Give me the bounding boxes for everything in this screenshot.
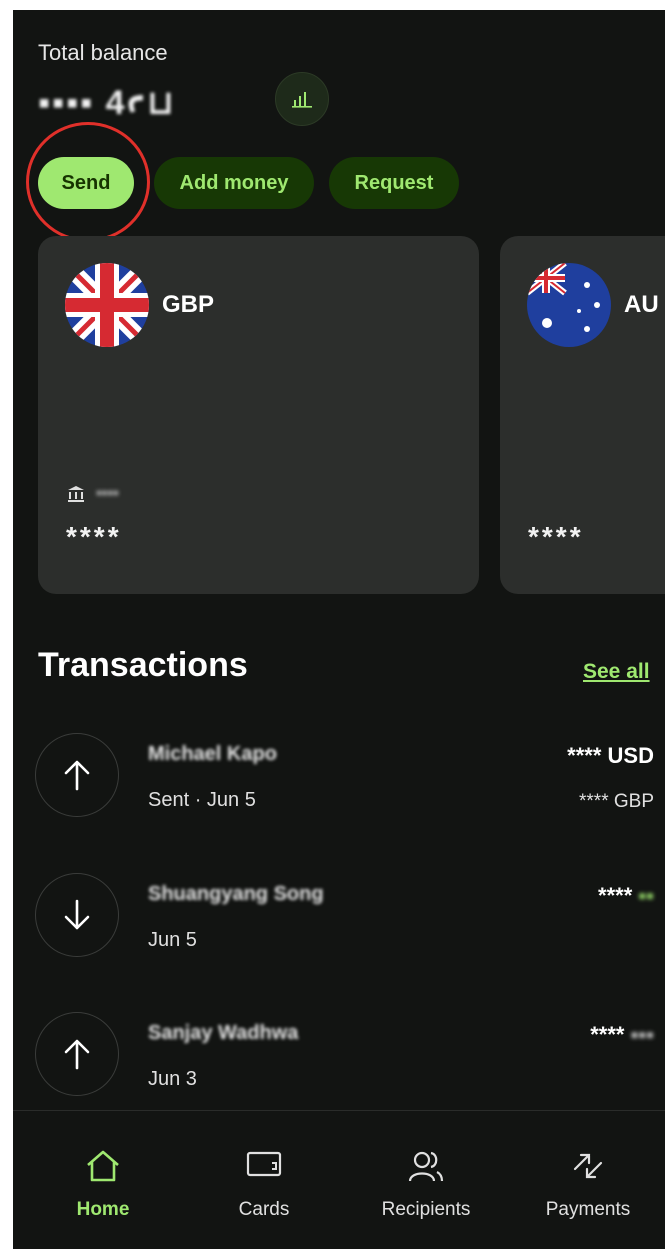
nav-label: Home (76, 1199, 130, 1220)
app-screen: Total balance ▪▪▪▪ 4ꜥ⊔ Send Add money Re… (13, 10, 665, 1249)
nav-label: Recipients (381, 1199, 471, 1220)
nav-payments[interactable]: Payments (523, 1111, 653, 1249)
amount-mask: **** (598, 883, 633, 908)
amount-currency: USD (607, 743, 654, 768)
masked-account-number: **** (66, 521, 122, 552)
transaction-row[interactable]: Michael Kapo Sent · Jun 5 **** USD **** … (13, 733, 665, 833)
card-icon (246, 1151, 282, 1177)
down-arrow-icon (35, 873, 119, 957)
payments-icon (573, 1153, 603, 1179)
transaction-subtitle: Jun 3 (148, 1068, 197, 1090)
home-icon (87, 1150, 119, 1182)
uk-flag-icon (65, 263, 149, 347)
currency-code: GBP (162, 291, 215, 318)
account-card-aud[interactable]: AU **** (500, 236, 665, 594)
total-balance-label: Total balance (38, 40, 168, 65)
nav-recipients[interactable]: Recipients (361, 1111, 491, 1249)
amount-currency: ▪▪▪ (630, 1022, 654, 1047)
balance-chart-button[interactable] (275, 72, 329, 126)
bar-chart-icon (292, 92, 312, 108)
transaction-subtitle: Jun 5 (148, 929, 197, 951)
nav-label: Cards (238, 1199, 290, 1220)
transaction-name: Shuangyang Song (148, 883, 324, 905)
transactions-title: Transactions (38, 646, 248, 684)
transaction-amount: **** ▪▪▪ (590, 1022, 654, 1048)
nav-home[interactable]: Home (38, 1111, 168, 1249)
bank-info: ▪▪▪▪ (66, 484, 119, 504)
bank-icon (68, 486, 84, 502)
transaction-amount: **** USD (567, 743, 654, 769)
transaction-row[interactable]: Shuangyang Song Jun 5 **** ▪▪ (13, 873, 665, 973)
currency-code: AU (624, 291, 659, 318)
nav-label: Payments (545, 1199, 631, 1220)
amount-mask: **** (590, 1022, 625, 1047)
amount-currency: ▪▪ (638, 883, 654, 908)
up-arrow-icon (35, 733, 119, 817)
bottom-nav: Home Cards Recipients Payments (13, 1111, 665, 1249)
add-money-button[interactable]: Add money (154, 157, 314, 209)
amount-mask: **** (567, 743, 602, 768)
bank-detail: ▪▪▪▪ (96, 485, 119, 502)
transaction-name: Sanjay Wadhwa (148, 1022, 299, 1044)
recipients-icon (408, 1151, 444, 1182)
request-button[interactable]: Request (329, 157, 459, 209)
australia-flag-icon (527, 263, 611, 347)
transaction-amount: **** ▪▪ (598, 883, 654, 909)
transaction-secondary-amount: **** GBP (579, 791, 654, 812)
masked-account-number: **** (528, 521, 584, 552)
send-button[interactable]: Send (38, 157, 134, 209)
see-all-link[interactable]: See all (583, 660, 650, 684)
transaction-subtitle: Sent · Jun 5 (148, 789, 256, 811)
account-card-gbp[interactable]: GBP ▪▪▪▪ **** (38, 236, 479, 594)
nav-cards[interactable]: Cards (199, 1111, 329, 1249)
up-arrow-icon (35, 1012, 119, 1096)
total-balance-value: ▪▪▪▪ 4ꜥ⊔ (38, 84, 176, 122)
transaction-row[interactable]: Sanjay Wadhwa Jun 3 **** ▪▪▪ (13, 1012, 665, 1112)
transaction-name: Michael Kapo (148, 743, 277, 765)
